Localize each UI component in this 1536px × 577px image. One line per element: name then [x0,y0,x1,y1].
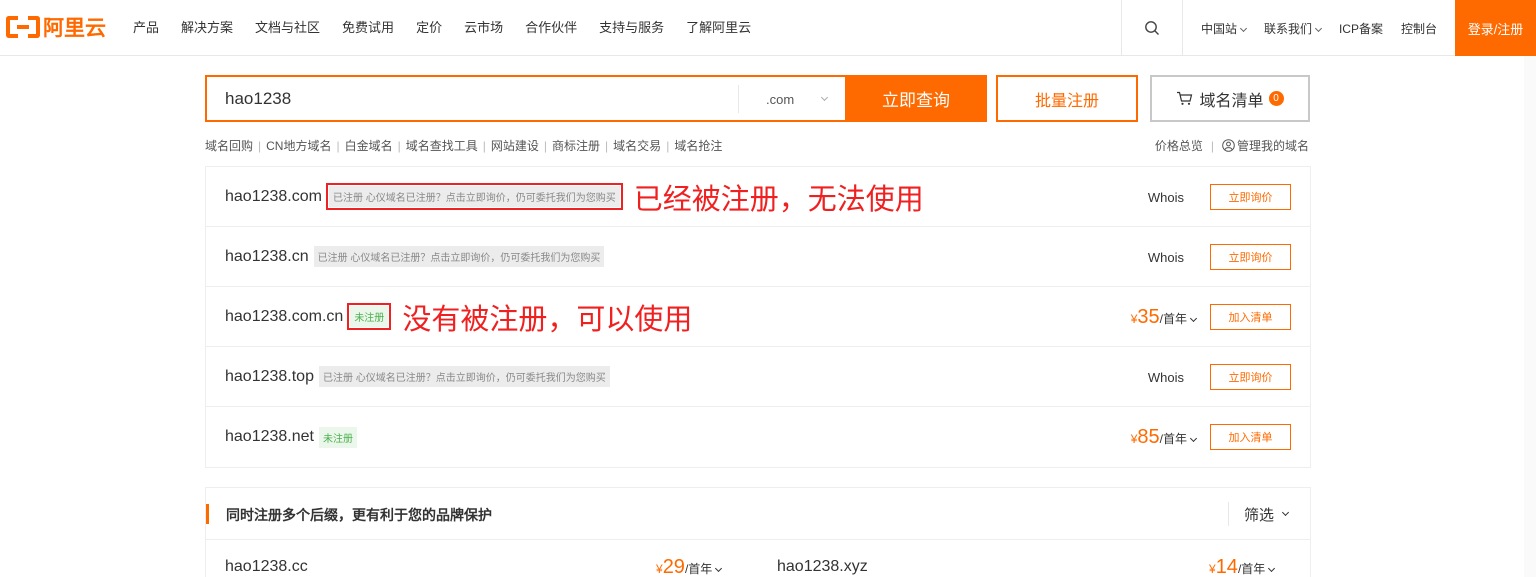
result-row: hao1238.top 已注册 心仪域名已注册？点击立即询价，仍可委托我们为您购… [206,347,1310,407]
user-icon [1222,139,1235,152]
chevron-down-icon [1268,564,1276,573]
bundle-price-dropdown[interactable]: ¥29/首年 [656,556,723,577]
link-platinum[interactable]: 白金域名 [345,137,393,154]
status-badge: 未注册 [318,426,357,448]
chevron-down-icon [821,93,829,101]
bundle-list: hao1238.cc ¥29/首年 hao1238.xyz ¥14/首年 [205,539,1311,577]
filter-dropdown[interactable]: 筛选 [1227,502,1290,526]
nav-item-solutions[interactable]: 解决方案 [181,17,233,36]
link-domain-snap[interactable]: 域名抢注 [674,137,722,154]
result-row: hao1238.cn 已注册 心仪域名已注册？点击立即询价，仍可委托我们为您购买… [206,227,1310,287]
inquiry-button[interactable]: 立即询价 [1210,184,1291,210]
link-cn-local[interactable]: CN地方域名 [266,137,331,154]
nav-item-products[interactable]: 产品 [133,17,159,36]
status-badge: 已注册 心仪域名已注册？点击立即询价，仍可委托我们为您购买 [313,246,605,267]
bundle-title: 同时注册多个后缀，更有利于您的品牌保护 [226,507,492,523]
annotation-available: 没有被注册，可以使用 [402,301,693,336]
aliyun-logo[interactable]: 阿里云 [6,12,106,42]
status-badge: 未注册 [347,303,392,330]
whois-link[interactable]: Whois [1148,250,1184,265]
chevron-down-icon [1189,314,1198,322]
chevron-down-icon [1281,508,1290,516]
cart-count-badge: 0 [1268,91,1284,106]
nav-item-about[interactable]: 了解阿里云 [686,17,751,36]
nav-right: 中国站 联系我们 ICP备案 控制台 登录/注册 [1120,0,1536,56]
bundle-section-header: 同时注册多个后缀，更有利于您的品牌保护 筛选 [205,487,1311,539]
add-to-cart-button[interactable]: 加入清单 [1210,304,1291,330]
link-manage-domains[interactable]: 管理我的域名 [1237,137,1309,154]
result-row: hao1238.net 未注册 ¥85/首年 加入清单 [206,407,1310,467]
status-badge: 已注册 心仪域名已注册？点击立即询价，仍可委托我们为您购买 [318,366,610,387]
result-row: hao1238.com 已注册 心仪域名已注册？点击立即询价，仍可委托我们为您购… [206,167,1310,227]
status-badge: 已注册 心仪域名已注册？点击立即询价，仍可委托我们为您购买 [325,183,623,210]
chevron-down-icon [1314,24,1323,32]
bundle-price-dropdown[interactable]: ¥14/首年 [1209,556,1276,577]
region-dropdown[interactable]: 中国站 [1201,20,1247,37]
login-register-button[interactable]: 登录/注册 [1455,0,1536,56]
domain-results-list: hao1238.com 已注册 心仪域名已注册？点击立即询价，仍可委托我们为您购… [205,166,1311,468]
logo-icon [6,16,40,38]
main-nav: 产品 解决方案 文档与社区 免费试用 定价 云市场 合作伙伴 支持与服务 了解阿… [133,0,773,52]
chevron-down-icon [715,564,723,573]
logo-text: 阿里云 [43,16,106,40]
domain-search-box: .com 立即查询 [205,75,987,122]
nav-item-marketplace[interactable]: 云市场 [464,17,503,36]
chevron-down-icon [1239,24,1247,32]
console-link[interactable]: 控制台 [1401,20,1437,37]
link-trademark[interactable]: 商标注册 [552,137,600,154]
link-website-build[interactable]: 网站建设 [491,137,539,154]
link-domain-tool[interactable]: 域名查找工具 [406,137,478,154]
domain-name: hao1238.com.cn [225,307,344,325]
nav-item-partners[interactable]: 合作伙伴 [525,17,577,36]
domain-cart-button[interactable]: 域名清单 0 [1150,75,1310,122]
link-domain-trade[interactable]: 域名交易 [613,137,661,154]
price-dropdown[interactable]: ¥85/首年 [1131,426,1198,449]
quick-links: 域名回购 | CN地方域名 | 白金域名 | 域名查找工具 | 网站建设 | 商标注册 | … [205,137,723,154]
inquiry-button[interactable]: 立即询价 [1210,364,1291,390]
whois-link[interactable]: Whois [1148,190,1184,205]
top-navbar: 阿里云 产品 解决方案 文档与社区 免费试用 定价 云市场 合作伙伴 支持与服务… [0,0,1536,56]
price-dropdown[interactable]: ¥35/首年 [1131,306,1198,329]
search-button[interactable] [1120,0,1183,56]
domain-name: hao1238.top [225,367,314,385]
nav-item-pricing[interactable]: 定价 [416,17,442,36]
nav-item-support[interactable]: 支持与服务 [599,17,664,36]
query-button[interactable]: 立即查询 [845,75,987,122]
search-icon [1145,21,1159,35]
bundle-domain-name: hao1238.cc [225,558,308,575]
link-price-overview[interactable]: 价格总览 [1155,137,1203,154]
link-domain-buyback[interactable]: 域名回购 [205,137,253,154]
batch-register-button[interactable]: 批量注册 [996,75,1138,122]
quick-links-right: 价格总览 | 管理我的域名 [1154,137,1309,154]
whois-link[interactable]: Whois [1148,370,1184,385]
chevron-down-icon [1189,434,1198,442]
nav-item-docs[interactable]: 文档与社区 [255,17,320,36]
icp-link[interactable]: ICP备案 [1339,20,1383,37]
section-accent-bar [206,504,209,524]
inquiry-button[interactable]: 立即询价 [1210,244,1291,270]
nav-item-free-trial[interactable]: 免费试用 [342,17,394,36]
bundle-domain-name: hao1238.xyz [777,558,868,575]
add-to-cart-button[interactable]: 加入清单 [1210,424,1291,450]
domain-name: hao1238.cn [225,247,309,265]
annotation-registered: 已经被注册，无法使用 [633,181,924,216]
domain-search-input[interactable] [225,87,725,111]
domain-name: hao1238.net [225,428,314,445]
cart-icon [1177,91,1193,105]
domain-name: hao1238.com [225,187,322,205]
page-scrollbar[interactable] [1524,56,1536,577]
contact-dropdown[interactable]: 联系我们 [1264,20,1323,37]
result-row: hao1238.com.cn 未注册 没有被注册，可以使用 ¥35/首年 加入清… [206,287,1310,347]
suffix-select[interactable]: .com [738,85,846,113]
